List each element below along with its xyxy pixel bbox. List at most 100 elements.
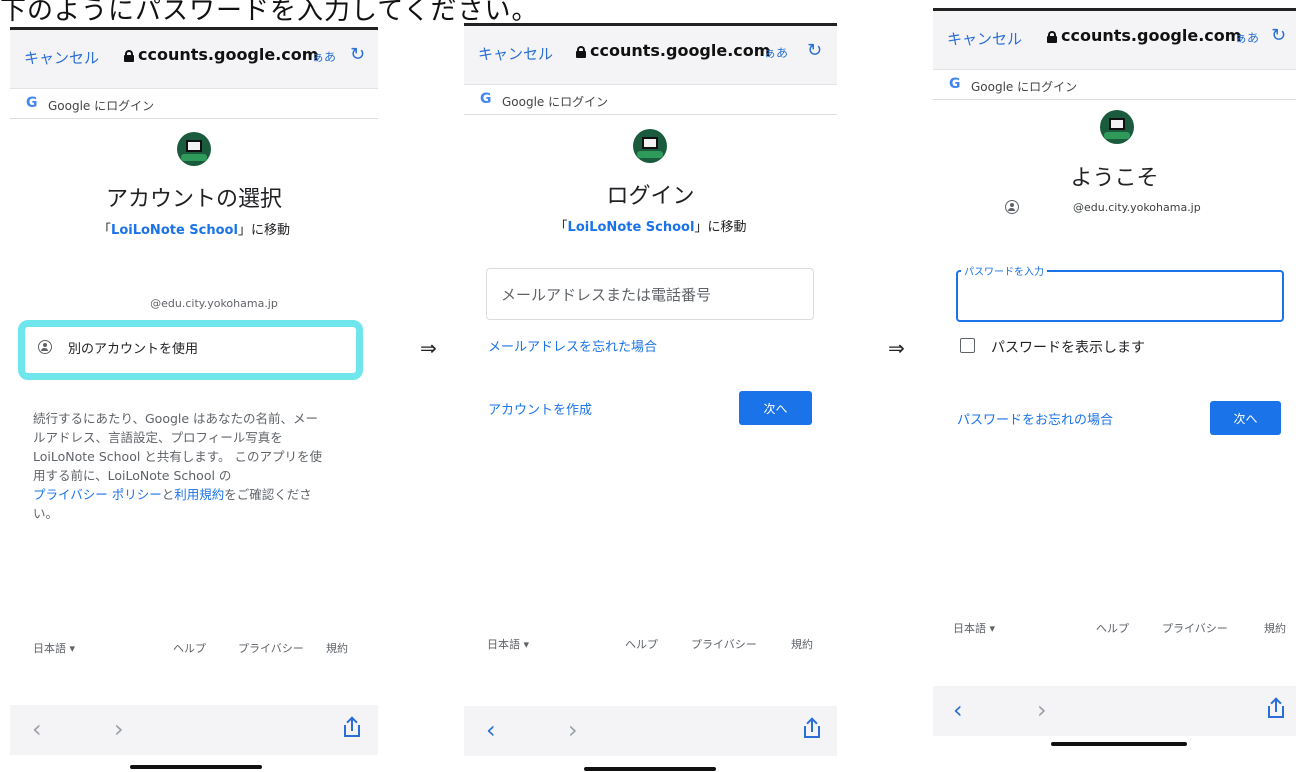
page-subtitle: 「LoiLoNote School」に移動 xyxy=(464,216,837,235)
account-email[interactable]: @edu.city.yokohama.jp xyxy=(10,297,378,310)
step-arrow-2: ⇒ xyxy=(888,336,905,360)
show-password-label[interactable]: パスワードを表示します xyxy=(991,337,1145,357)
consent-and: と xyxy=(161,487,175,502)
consent-line-end: をご確認くださ xyxy=(224,487,312,502)
subtitle-suffix: 」に移動 xyxy=(694,220,747,235)
forgot-email-link[interactable]: メールアドレスを忘れた場合 xyxy=(488,336,657,355)
consent-text: 続行するにあたり、Google はあなたの名前、メー ルアドレス、言語設定、プロ… xyxy=(33,409,373,523)
step-arrow-1: ⇒ xyxy=(420,336,437,360)
lock-icon xyxy=(576,46,586,58)
lock-icon xyxy=(1047,31,1057,43)
page-title: ログイン xyxy=(606,184,695,209)
account-circle-icon xyxy=(38,340,52,354)
account-email[interactable]: @edu.city.yokohama.jp xyxy=(1073,201,1201,214)
help-link[interactable]: ヘルプ xyxy=(625,636,658,652)
text-size-button[interactable]: ぁあ xyxy=(764,44,788,61)
cancel-button[interactable]: キャンセル xyxy=(947,28,1022,49)
terms-link-footer[interactable]: 規約 xyxy=(1264,620,1286,636)
consent-line: LoiLoNote School と共有します。 このアプリを使 xyxy=(33,449,323,464)
text-size-button[interactable]: ぁあ xyxy=(312,48,336,65)
google-logo-icon: G xyxy=(949,76,961,92)
address-bar-url[interactable]: ccounts.google.com xyxy=(1061,26,1241,45)
back-icon[interactable]: ‹ xyxy=(486,716,496,744)
google-logo-icon: G xyxy=(26,95,38,111)
forgot-password-link[interactable]: パスワードをお忘れの場合 xyxy=(957,409,1113,428)
consent-line: ルアドレス、言語設定、プロフィール写真を xyxy=(33,430,283,445)
share-icon[interactable] xyxy=(1268,697,1284,718)
share-icon[interactable] xyxy=(344,716,360,737)
instruction-headline: 下のようにパスワードを入力してください。 xyxy=(0,0,539,26)
help-link[interactable]: ヘルプ xyxy=(173,640,206,656)
privacy-policy-link[interactable]: プライバシー ポリシー xyxy=(33,487,162,502)
cancel-button[interactable]: キャンセル xyxy=(24,47,99,68)
subtitle-prefix: 「 xyxy=(554,220,568,235)
forward-icon[interactable]: › xyxy=(1037,696,1047,724)
privacy-link[interactable]: プライバシー xyxy=(691,636,757,652)
show-password-checkbox[interactable] xyxy=(960,338,975,353)
back-icon[interactable]: ‹ xyxy=(32,715,42,743)
email-input[interactable]: メールアドレスまたは電話番号 xyxy=(486,268,814,320)
language-selector[interactable]: 日本語 ▾ xyxy=(953,620,995,636)
consent-line: 用する前に、LoiLoNote School の xyxy=(33,468,232,483)
consent-line: い。 xyxy=(33,506,59,521)
terms-link-footer[interactable]: 規約 xyxy=(791,636,813,652)
reload-icon[interactable]: ↻ xyxy=(807,40,822,61)
terms-link[interactable]: 利用規約 xyxy=(174,487,224,502)
cancel-button[interactable]: キャンセル xyxy=(478,43,553,64)
consent-line: 続行するにあたり、Google はあなたの名前、メー xyxy=(33,411,319,426)
back-icon[interactable]: ‹ xyxy=(953,696,963,724)
reload-icon[interactable]: ↻ xyxy=(1271,25,1286,46)
forward-icon[interactable]: › xyxy=(568,716,578,744)
phone-screen-password: キャンセル ccounts.google.com ぁあ ↻ G Google に… xyxy=(933,8,1296,760)
consent-line: プライバシー ポリシーと利用規約をご確認くださ xyxy=(33,485,373,504)
use-another-account-button[interactable]: 別のアカウントを使用 xyxy=(68,338,198,357)
address-bar-url[interactable]: ccounts.google.com xyxy=(590,41,770,60)
loilonote-logo xyxy=(177,132,211,166)
password-input-label: パスワードを入力 xyxy=(961,263,1047,278)
subtitle-suffix: 」に移動 xyxy=(237,223,290,238)
share-icon[interactable] xyxy=(804,717,820,738)
browser-edge xyxy=(933,8,1296,11)
help-link[interactable]: ヘルプ xyxy=(1096,620,1129,636)
app-name: LoiLoNote School xyxy=(111,223,238,238)
home-indicator xyxy=(584,767,716,771)
google-logo-icon: G xyxy=(480,91,492,107)
home-indicator xyxy=(1051,742,1187,746)
browser-top-bar: キャンセル ccounts.google.com ぁあ ↻ xyxy=(464,23,837,85)
text-size-button[interactable]: ぁあ xyxy=(1235,29,1259,46)
page-title: アカウントの選択 xyxy=(105,187,282,212)
terms-link-footer[interactable]: 規約 xyxy=(326,640,348,656)
google-signin-bar-text: Google にログイン xyxy=(502,95,609,109)
browser-bottom-bar: ‹ › xyxy=(933,686,1296,736)
email-input-placeholder: メールアドレスまたは電話番号 xyxy=(501,285,712,304)
phone-screen-account-select: キャンセル ccounts.google.com ぁあ ↻ G Google に… xyxy=(10,27,378,772)
next-button[interactable]: 次へ xyxy=(1210,401,1281,435)
subtitle-prefix: 「 xyxy=(98,223,112,238)
language-selector[interactable]: 日本語 ▾ xyxy=(33,640,75,656)
reload-icon[interactable]: ↻ xyxy=(350,44,365,65)
next-button[interactable]: 次へ xyxy=(739,391,812,425)
loilonote-logo xyxy=(633,129,667,163)
browser-edge xyxy=(10,27,378,30)
google-signin-bar: G Google にログイン xyxy=(464,85,837,115)
page-title: ようこそ xyxy=(1070,166,1159,191)
lock-icon xyxy=(124,50,134,62)
browser-edge xyxy=(464,23,837,26)
privacy-link[interactable]: プライバシー xyxy=(238,640,304,656)
forward-icon[interactable]: › xyxy=(114,715,124,743)
app-name: LoiLoNote School xyxy=(567,220,695,235)
privacy-link[interactable]: プライバシー xyxy=(1162,620,1228,636)
google-signin-bar-text: Google にログイン xyxy=(971,80,1078,94)
loilonote-logo xyxy=(1100,110,1134,144)
browser-top-bar: キャンセル ccounts.google.com ぁあ ↻ xyxy=(933,8,1296,70)
google-signin-bar: G Google にログイン xyxy=(933,70,1296,100)
create-account-link[interactable]: アカウントを作成 xyxy=(488,399,592,418)
language-selector[interactable]: 日本語 ▾ xyxy=(487,636,529,652)
browser-bottom-bar: ‹ › xyxy=(10,705,378,755)
account-circle-icon xyxy=(1005,200,1019,214)
browser-top-bar: キャンセル ccounts.google.com ぁあ ↻ xyxy=(10,27,378,89)
page-subtitle: 「LoiLoNote School」に移動 xyxy=(10,219,378,238)
google-signin-bar-text: Google にログイン xyxy=(48,99,155,113)
phone-screen-login: キャンセル ccounts.google.com ぁあ ↻ G Google に… xyxy=(464,23,837,772)
address-bar-url[interactable]: ccounts.google.com xyxy=(138,45,318,64)
